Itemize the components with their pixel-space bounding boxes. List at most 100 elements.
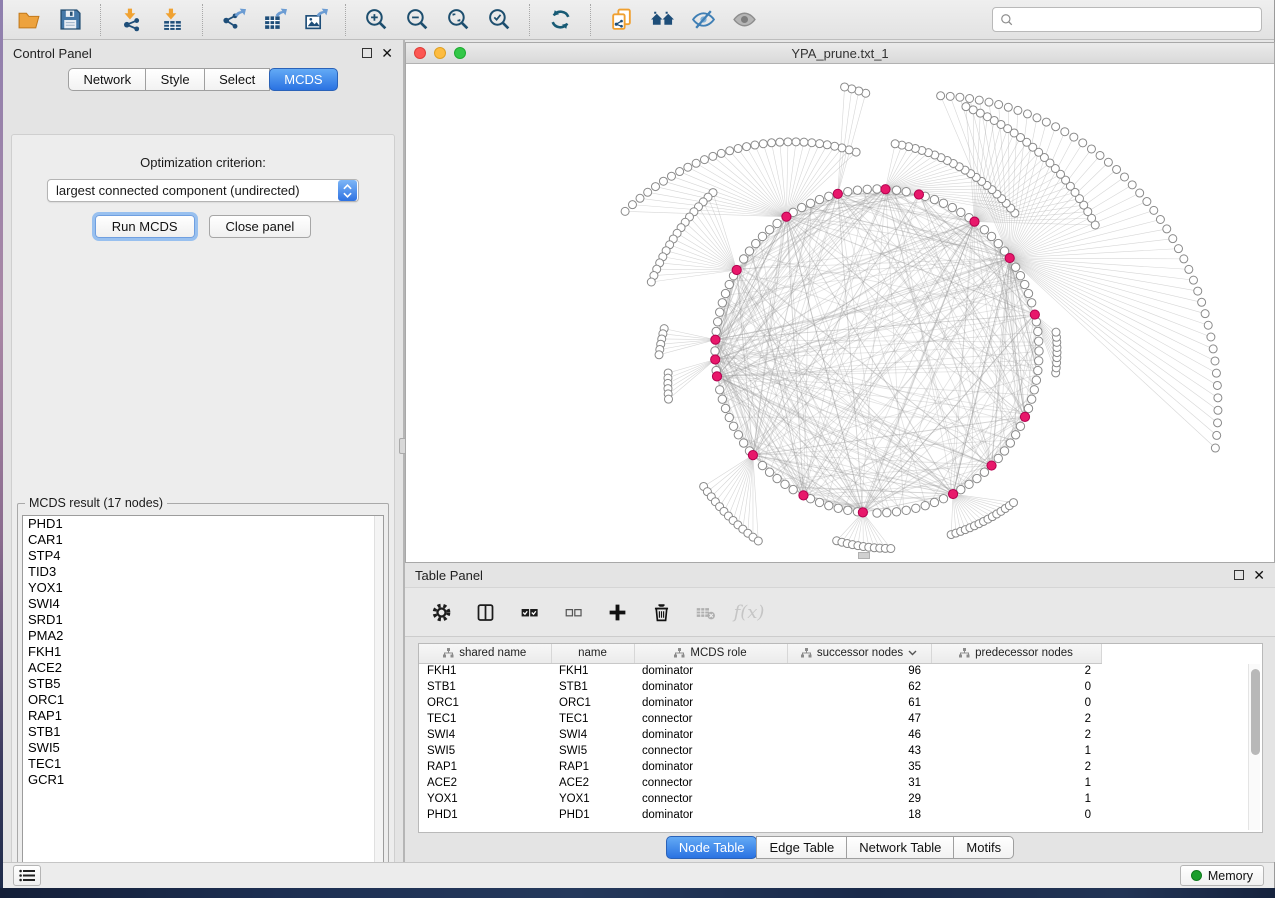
table-cell[interactable]: 35 <box>787 759 931 775</box>
table-cell[interactable]: FKH1 <box>551 663 634 679</box>
table-cell[interactable]: SWI5 <box>419 743 551 759</box>
table-cell[interactable]: dominator <box>634 727 787 743</box>
table-cell[interactable]: PHD1 <box>551 807 634 823</box>
table-cell[interactable]: 62 <box>787 679 931 695</box>
close-window-icon[interactable] <box>414 47 426 59</box>
delete-column-icon[interactable] <box>649 600 673 624</box>
table-row[interactable]: YOX1YOX1connector291 <box>419 791 1101 807</box>
table-cell[interactable]: RAP1 <box>419 759 551 775</box>
mcds-result-item[interactable]: PMA2 <box>23 628 383 644</box>
mcds-result-item[interactable]: ORC1 <box>23 692 383 708</box>
show-all-icon[interactable] <box>730 6 758 34</box>
mcds-result-item[interactable]: TEC1 <box>23 756 383 772</box>
mcds-result-item[interactable]: STB1 <box>23 724 383 740</box>
search-box[interactable] <box>992 7 1262 32</box>
table-cell[interactable]: 0 <box>931 679 1101 695</box>
table-cell[interactable]: FKH1 <box>419 663 551 679</box>
table-cell[interactable]: 2 <box>931 759 1101 775</box>
search-input[interactable] <box>1019 13 1254 27</box>
mcds-result-item[interactable]: STP4 <box>23 548 383 564</box>
export-network-icon[interactable] <box>219 6 247 34</box>
import-network-icon[interactable] <box>117 6 145 34</box>
close-panel-icon[interactable]: ✕ <box>381 48 393 58</box>
maximize-window-icon[interactable] <box>454 47 466 59</box>
table-cell[interactable]: RAP1 <box>551 759 634 775</box>
table-cell[interactable]: dominator <box>634 695 787 711</box>
mcds-result-item[interactable]: SWI4 <box>23 596 383 612</box>
mcds-result-item[interactable]: PHD1 <box>23 516 383 532</box>
tab-edge-table[interactable]: Edge Table <box>756 836 847 859</box>
mcds-result-item[interactable]: YOX1 <box>23 580 383 596</box>
table-cell[interactable]: SWI4 <box>551 727 634 743</box>
float-panel-icon[interactable] <box>362 48 372 58</box>
float-panel-icon[interactable] <box>1234 570 1244 580</box>
table-cell[interactable]: 29 <box>787 791 931 807</box>
table-row[interactable]: SWI5SWI5connector431 <box>419 743 1101 759</box>
tab-mcds[interactable]: MCDS <box>269 68 337 91</box>
table-cell[interactable]: TEC1 <box>551 711 634 727</box>
zoom-in-icon[interactable] <box>362 6 390 34</box>
column-header-predecessor-nodes[interactable]: predecessor nodes <box>931 644 1101 663</box>
table-cell[interactable]: SWI5 <box>551 743 634 759</box>
optimization-criterion-select[interactable]: largest connected component (undirected) <box>47 179 359 202</box>
table-cell[interactable]: 2 <box>931 663 1101 679</box>
refresh-layout-icon[interactable] <box>546 6 574 34</box>
table-row[interactable]: ACE2ACE2connector311 <box>419 775 1101 791</box>
zoom-out-icon[interactable] <box>403 6 431 34</box>
mcds-result-item[interactable]: TID3 <box>23 564 383 580</box>
table-cell[interactable]: YOX1 <box>551 791 634 807</box>
save-session-icon[interactable] <box>56 6 84 34</box>
table-cell[interactable]: ACE2 <box>551 775 634 791</box>
table-cell[interactable]: dominator <box>634 807 787 823</box>
table-cell[interactable]: STB1 <box>551 679 634 695</box>
tab-style[interactable]: Style <box>145 68 205 91</box>
column-header-shared-name[interactable]: shared name <box>419 644 551 663</box>
table-row[interactable]: RAP1RAP1dominator352 <box>419 759 1101 775</box>
clone-network-icon[interactable] <box>607 6 635 34</box>
table-row[interactable]: ORC1ORC1dominator610 <box>419 695 1101 711</box>
table-cell[interactable]: connector <box>634 775 787 791</box>
mcds-result-item[interactable]: STB5 <box>23 676 383 692</box>
open-file-icon[interactable] <box>15 6 43 34</box>
table-cell[interactable]: ORC1 <box>419 695 551 711</box>
table-row[interactable]: SWI4SWI4dominator462 <box>419 727 1101 743</box>
close-panel-icon[interactable]: ✕ <box>1253 570 1265 580</box>
export-table-icon[interactable] <box>260 6 288 34</box>
table-cell[interactable]: 43 <box>787 743 931 759</box>
canvas-resize-handle[interactable] <box>858 552 870 559</box>
table-cell[interactable]: 2 <box>931 711 1101 727</box>
table-cell[interactable]: connector <box>634 743 787 759</box>
table-cell[interactable]: 1 <box>931 791 1101 807</box>
task-history-button[interactable] <box>13 865 41 886</box>
table-cell[interactable]: TEC1 <box>419 711 551 727</box>
mcds-result-item[interactable]: GCR1 <box>23 772 383 788</box>
table-row[interactable]: PHD1PHD1dominator180 <box>419 807 1101 823</box>
table-cell[interactable]: 47 <box>787 711 931 727</box>
table-cell[interactable]: dominator <box>634 679 787 695</box>
table-scrollbar[interactable] <box>1248 664 1260 830</box>
select-all-icon[interactable] <box>517 600 541 624</box>
mcds-list-scrollbar[interactable] <box>374 516 383 864</box>
import-table-icon[interactable] <box>158 6 186 34</box>
table-row[interactable]: FKH1FKH1dominator962 <box>419 663 1101 679</box>
mcds-result-item[interactable]: ACE2 <box>23 660 383 676</box>
network-window-titlebar[interactable]: YPA_prune.txt_1 <box>406 43 1274 64</box>
tab-node-table[interactable]: Node Table <box>666 836 758 859</box>
zoom-fit-icon[interactable] <box>444 6 472 34</box>
tab-network-table[interactable]: Network Table <box>846 836 954 859</box>
mcds-result-item[interactable]: RAP1 <box>23 708 383 724</box>
table-cell[interactable]: 1 <box>931 743 1101 759</box>
table-cell[interactable]: YOX1 <box>419 791 551 807</box>
column-header-name[interactable]: name <box>551 644 634 663</box>
mcds-result-item[interactable]: CAR1 <box>23 532 383 548</box>
export-image-icon[interactable] <box>301 6 329 34</box>
table-row[interactable]: STB1STB1dominator620 <box>419 679 1101 695</box>
mcds-result-item[interactable]: SWI5 <box>23 740 383 756</box>
table-cell[interactable]: dominator <box>634 663 787 679</box>
close-panel-button[interactable]: Close panel <box>209 215 312 238</box>
table-cell[interactable]: 46 <box>787 727 931 743</box>
table-cell[interactable]: connector <box>634 711 787 727</box>
table-cell[interactable]: 2 <box>931 727 1101 743</box>
minimize-window-icon[interactable] <box>434 47 446 59</box>
table-settings-gear-icon[interactable] <box>429 600 453 624</box>
